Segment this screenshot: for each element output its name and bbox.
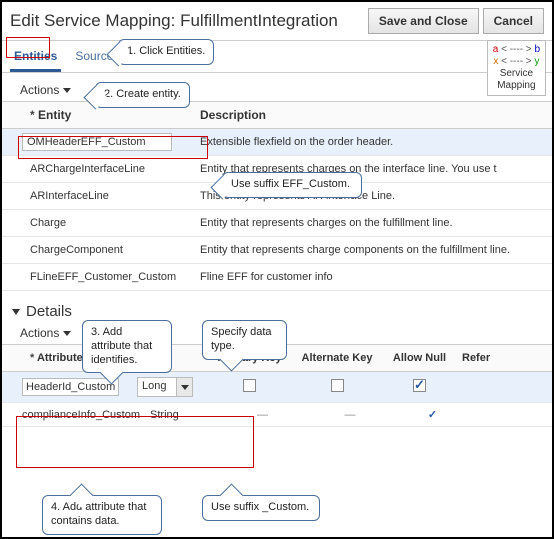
col-allow-null: Allow Null	[382, 345, 457, 371]
type-select[interactable]: Long	[137, 377, 193, 397]
entity-grid-header: Entity Description	[2, 101, 552, 129]
entity-row[interactable]: ChargeComponent Entity that represents c…	[2, 237, 552, 264]
cancel-button[interactable]: Cancel	[483, 8, 544, 34]
entity-row[interactable]: Charge Entity that represents charges on…	[2, 210, 552, 237]
tab-bar: Entities Sources	[2, 41, 552, 73]
page-header: Edit Service Mapping: FulfillmentIntegra…	[2, 2, 552, 41]
entity-name-input[interactable]: OMHeaderEFF_Custom	[22, 133, 172, 151]
alternate-key-checkbox[interactable]	[331, 379, 344, 392]
actions-label: Actions	[20, 83, 59, 97]
attr-row[interactable]: complianceInfo_Custom String — — ✓	[2, 403, 552, 427]
entity-desc: Fline EFF for customer info	[192, 264, 552, 290]
entity-name: Charge	[2, 210, 192, 236]
chevron-down-icon	[176, 378, 192, 396]
entity-name: FLineEFF_Customer_Custom	[2, 264, 192, 290]
callout-1: 1. Click Entities.	[118, 39, 214, 65]
page-title: Edit Service Mapping: FulfillmentIntegra…	[10, 11, 364, 31]
entities-actions-menu[interactable]: Actions	[2, 73, 81, 101]
attribute-name: complianceInfo_Custom	[2, 404, 145, 426]
sm-line2: x < ---- > y	[493, 56, 540, 68]
tab-entities[interactable]: Entities	[10, 45, 61, 72]
entity-row[interactable]: OMHeaderEFF_Custom Extensible flexfield …	[2, 129, 552, 156]
pk-readonly: —	[257, 409, 268, 421]
chevron-down-icon	[63, 88, 71, 93]
details-actions-menu[interactable]: Actions	[2, 322, 81, 344]
actions-label: Actions	[20, 326, 59, 340]
type-value: String	[145, 404, 220, 426]
type-value: Long	[138, 378, 176, 396]
callout-6: 4. Add attribute that contains data.	[42, 495, 162, 535]
callout-3: 3. Add attribute that identifies.	[82, 320, 172, 373]
col-description: Description	[192, 102, 552, 128]
ak-readonly: —	[345, 409, 356, 421]
entity-row[interactable]: FLineEFF_Customer_Custom Fline EFF for c…	[2, 264, 552, 291]
entity-desc: Entity that represents charges on the fu…	[192, 210, 552, 236]
allow-null-checkbox[interactable]	[413, 379, 426, 392]
allow-null-readonly: ✓	[428, 409, 437, 421]
attr-row[interactable]: HeaderId_Custom Long	[2, 372, 552, 403]
entity-name: ARChargeInterfaceLine	[2, 156, 192, 182]
callout-5: Use suffix EFF_Custom.	[222, 172, 362, 198]
entity-desc: Entity that represents charge components…	[192, 237, 552, 263]
sm-label1: Service	[493, 68, 540, 80]
save-and-close-button[interactable]: Save and Close	[368, 8, 479, 34]
callout-4: Specify data type.	[202, 320, 287, 360]
primary-key-checkbox[interactable]	[243, 379, 256, 392]
callout-2: 2. Create entity.	[95, 82, 190, 108]
attribute-name-input[interactable]: HeaderId_Custom	[22, 378, 119, 396]
col-refer: Refer	[457, 345, 552, 371]
entity-desc: Extensible flexfield on the order header…	[192, 129, 552, 155]
sm-label2: Mapping	[493, 80, 540, 92]
chevron-down-icon	[63, 331, 71, 336]
details-header[interactable]: Details	[2, 293, 552, 322]
col-alternate-key: Alternate Key	[292, 345, 382, 371]
service-mapping-icon[interactable]: a < ---- > b x < ---- > y Service Mappin…	[487, 40, 546, 96]
entity-name: ARInterfaceLine	[2, 183, 192, 209]
callout-7: Use suffix _Custom.	[202, 495, 320, 521]
sm-line1: a < ---- > b	[493, 44, 540, 56]
entity-name: ChargeComponent	[2, 237, 192, 263]
